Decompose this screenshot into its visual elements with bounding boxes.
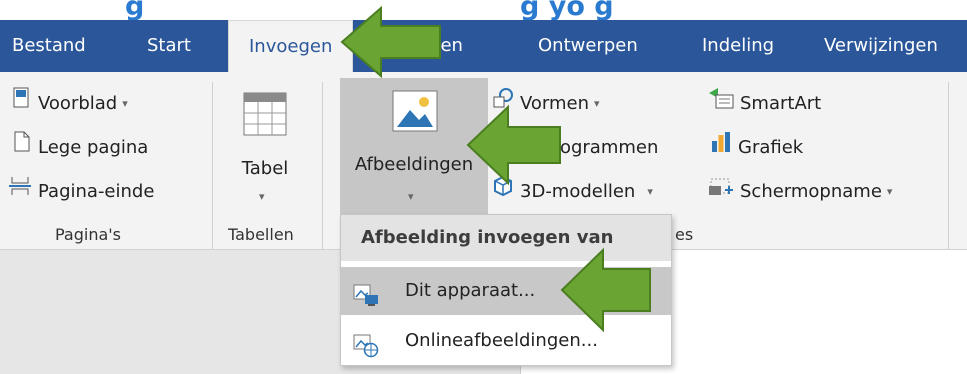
tab-file[interactable]: Bestand xyxy=(12,20,86,72)
smartart-icon xyxy=(708,87,734,121)
chevron-down-icon: ▾ xyxy=(259,190,265,203)
tab-layout[interactable]: Indeling xyxy=(702,20,774,72)
group-divider xyxy=(948,82,949,250)
word-window: g g yo g Bestand Start Invoegen enen Ont… xyxy=(0,0,967,374)
screenshot-label: Schermopname xyxy=(740,181,882,202)
table-button[interactable]: Tabel ▾ xyxy=(226,88,304,218)
3d-models-label: 3D-modellen xyxy=(520,181,636,202)
shapes-button[interactable]: Vormen ▾ xyxy=(492,87,600,121)
chart-label: Grafiek xyxy=(738,137,804,158)
screenshot-icon xyxy=(708,175,734,209)
chevron-down-icon: ▾ xyxy=(122,97,128,110)
page-break-label: Pagina-einde xyxy=(38,181,155,202)
blank-page-icon xyxy=(12,131,32,165)
tab-review-partial[interactable]: enen xyxy=(418,20,463,72)
tab-home[interactable]: Start xyxy=(147,20,191,72)
this-device-label: Dit apparaat... xyxy=(405,280,536,301)
smartart-label: SmartArt xyxy=(740,93,822,114)
tab-references[interactable]: Verwijzingen xyxy=(824,20,938,72)
chevron-down-icon: ▾ xyxy=(594,97,600,110)
blank-page-button[interactable]: Lege pagina xyxy=(12,131,148,165)
icons-label: ictogrammen xyxy=(538,137,659,158)
table-icon xyxy=(243,92,287,140)
group-divider xyxy=(322,82,323,250)
table-label: Tabel xyxy=(241,158,289,179)
smartart-button[interactable]: SmartArt xyxy=(708,87,821,121)
insert-picture-menu: Afbeelding invoegen van Dit apparaat... … xyxy=(340,214,672,366)
chevron-down-icon: ▾ xyxy=(408,190,414,203)
bar-chart-icon xyxy=(710,131,732,165)
chart-button[interactable]: Grafiek xyxy=(710,131,803,165)
page-break-icon xyxy=(8,175,32,209)
online-pictures-menu-item[interactable]: Onlineafbeeldingen... xyxy=(341,317,671,365)
ribbon-tab-bar: Bestand Start Invoegen enen Ontwerpen In… xyxy=(0,20,967,72)
online-picture-icon xyxy=(353,329,379,374)
pictures-button[interactable]: Afbeeldingen ▾ xyxy=(340,78,488,216)
cover-page-icon xyxy=(12,87,32,121)
illustrations-group-label: es xyxy=(675,225,694,244)
online-pictures-label: Onlineafbeeldingen... xyxy=(405,330,598,351)
chevron-down-icon: ▾ xyxy=(886,185,893,198)
screenshot-button[interactable]: Schermopname ▾ xyxy=(708,175,892,209)
shapes-icon xyxy=(492,87,514,121)
cube-icon xyxy=(492,175,514,209)
picture-icon xyxy=(392,90,438,136)
tables-group-label: Tabellen xyxy=(228,225,294,244)
3d-models-button[interactable]: 3D-modellen ▾ xyxy=(492,175,653,209)
tab-insert[interactable]: Invoegen xyxy=(228,20,354,72)
shapes-label: Vormen xyxy=(520,93,590,114)
icons-button[interactable]: ictogrammen xyxy=(538,131,658,165)
pages-group-label: Pagina's xyxy=(55,225,122,244)
cover-page-label: Voorblad xyxy=(38,93,118,114)
chevron-down-icon: ▾ xyxy=(647,185,653,198)
page-break-button[interactable]: Pagina-einde xyxy=(8,175,154,209)
this-device-menu-item[interactable]: Dit apparaat... xyxy=(341,267,671,315)
cover-page-button[interactable]: Voorblad ▾ xyxy=(12,87,128,121)
blank-page-label: Lege pagina xyxy=(38,137,149,158)
group-divider xyxy=(212,82,213,250)
tab-design[interactable]: Ontwerpen xyxy=(538,20,638,72)
pictures-label: Afbeeldingen xyxy=(354,154,474,175)
menu-header: Afbeelding invoegen van xyxy=(341,215,671,261)
